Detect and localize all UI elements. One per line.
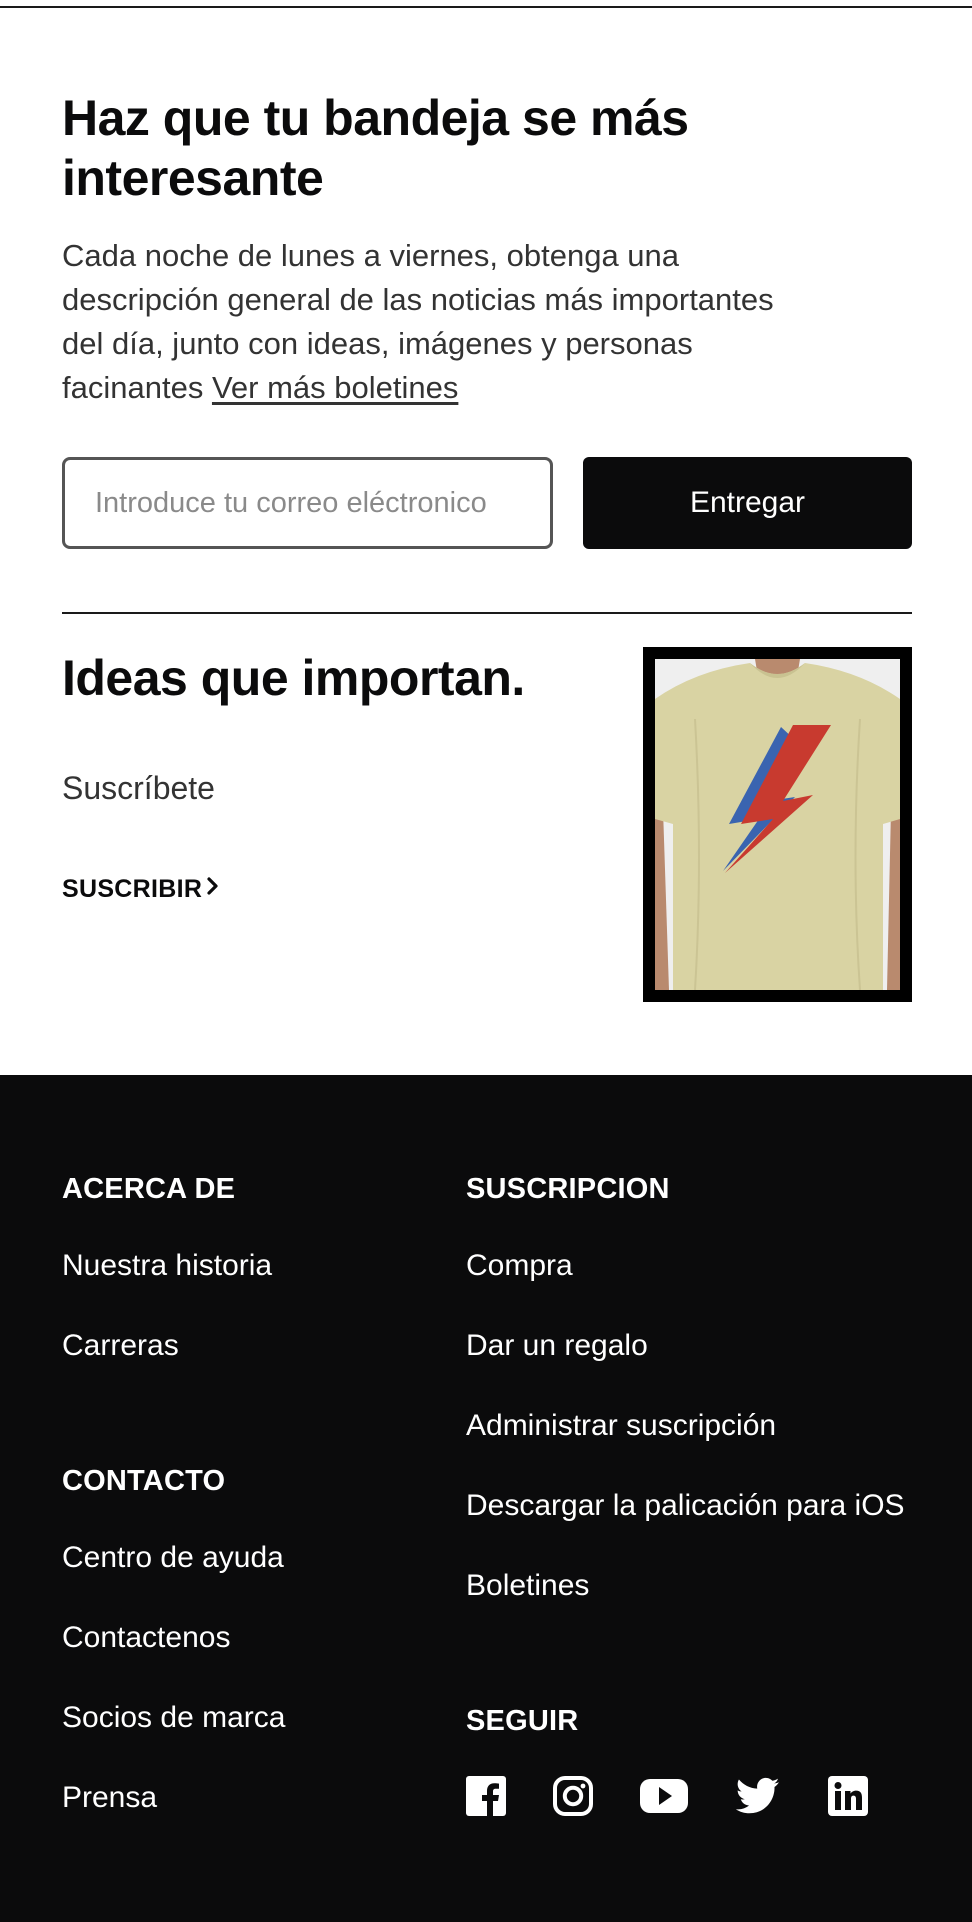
footer-contact-column: CONTACTO	[62, 1463, 225, 1499]
site-footer: ACERCA DE Nuestra historia Carreras CONT…	[0, 1075, 972, 1922]
footer-follow-column: SEGUIR	[466, 1703, 578, 1739]
promo-title: Ideas que importan.	[62, 650, 525, 706]
subscribe-link[interactable]: SUSCRIBIR	[62, 874, 220, 904]
footer-link-help-center[interactable]: Centro de ayuda	[62, 1540, 284, 1576]
footer-about-column: ACERCA DE	[62, 1171, 235, 1207]
more-newsletters-link[interactable]: Ver más boletines	[212, 370, 458, 405]
footer-link-give-gift[interactable]: Dar un regalo	[466, 1328, 648, 1364]
email-input[interactable]	[62, 457, 553, 549]
facebook-icon[interactable]	[466, 1775, 506, 1822]
top-divider	[0, 6, 972, 8]
social-icons	[466, 1775, 886, 1819]
chevron-right-icon	[206, 874, 220, 904]
t-shirt-lightning-bolt-image	[655, 659, 900, 990]
newsletter-title: Haz que tu bandeja se más interesante	[62, 90, 689, 206]
section-divider	[62, 612, 912, 614]
footer-follow-heading: SEGUIR	[466, 1705, 579, 1737]
footer-about-heading: ACERCA DE	[62, 1173, 236, 1205]
newsletter-form: Entregar	[62, 457, 912, 549]
footer-subscription-column: SUSCRIPCION	[466, 1171, 670, 1207]
footer-link-manage-subscription[interactable]: Administrar suscripción	[466, 1408, 776, 1444]
footer-link-careers[interactable]: Carreras	[62, 1328, 179, 1364]
footer-link-buy[interactable]: Compra	[466, 1248, 573, 1284]
footer-link-press[interactable]: Prensa	[62, 1780, 157, 1816]
youtube-icon[interactable]	[640, 1777, 688, 1820]
footer-link-newsletters[interactable]: Boletines	[466, 1568, 589, 1604]
promo-image[interactable]	[643, 647, 912, 1002]
footer-subscription-heading: SUSCRIPCION	[466, 1173, 670, 1205]
linkedin-icon[interactable]	[828, 1775, 868, 1822]
footer-link-brand-partners[interactable]: Socios de marca	[62, 1700, 285, 1736]
subscribe-link-label: SUSCRIBIR	[62, 875, 203, 903]
deliver-button[interactable]: Entregar	[583, 457, 912, 549]
footer-link-download-ios-app[interactable]: Descargar la palicación para iOS	[466, 1488, 905, 1524]
footer-link-contact-us[interactable]: Contactenos	[62, 1620, 230, 1656]
promo-subtitle: Suscríbete	[62, 770, 215, 806]
instagram-icon[interactable]	[552, 1775, 594, 1822]
twitter-icon[interactable]	[735, 1776, 780, 1821]
newsletter-description: Cada noche de lunes a viernes, obtenga u…	[62, 234, 822, 410]
newsletter-section: Haz que tu bandeja se más interesante Ca…	[62, 88, 912, 410]
footer-link-our-story[interactable]: Nuestra historia	[62, 1248, 272, 1284]
footer-contact-heading: CONTACTO	[62, 1465, 226, 1497]
